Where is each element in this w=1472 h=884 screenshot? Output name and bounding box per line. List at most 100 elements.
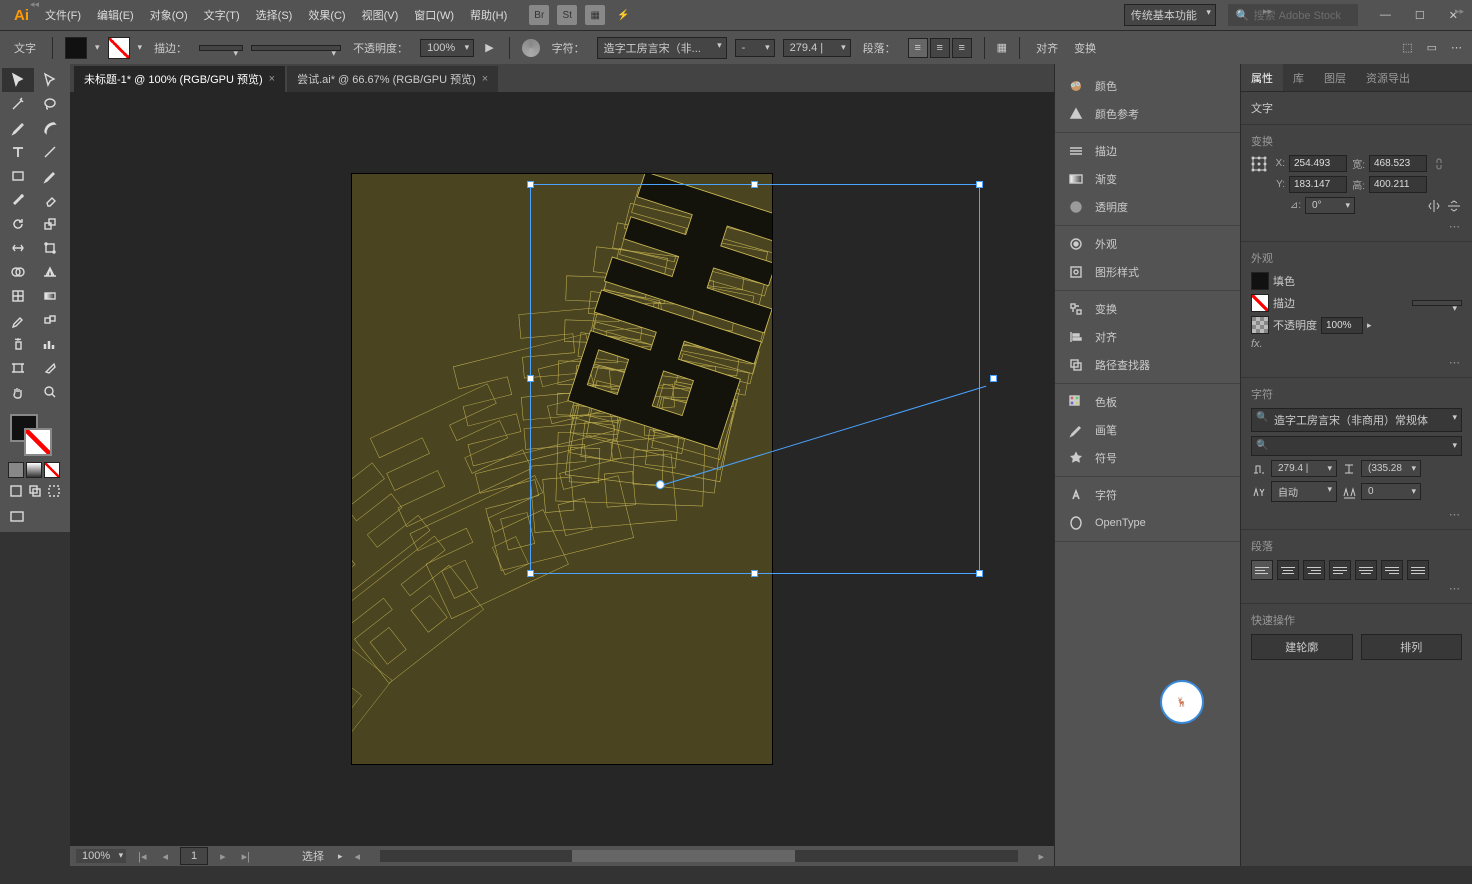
line-tool[interactable] bbox=[34, 140, 66, 164]
hand-tool[interactable] bbox=[2, 380, 34, 404]
rotate-angle-dropdown[interactable]: 0° bbox=[1305, 197, 1355, 214]
arrange-docs-icon[interactable]: ▦ bbox=[585, 5, 605, 25]
panel-pathfinder[interactable]: 路径查找器 bbox=[1055, 351, 1240, 379]
artboard-number-input[interactable]: 1 bbox=[180, 847, 208, 865]
leading-input[interactable]: (335.28 bbox=[1361, 460, 1421, 477]
para-align-right[interactable] bbox=[1303, 560, 1325, 580]
panel-brushes[interactable]: 画笔 bbox=[1055, 416, 1240, 444]
selection-handle-w[interactable] bbox=[527, 375, 534, 382]
dock-collapse-icon[interactable]: ▸▸ bbox=[1263, 6, 1272, 17]
transform-more-options[interactable]: ⋯ bbox=[1251, 218, 1462, 233]
lasso-tool[interactable] bbox=[34, 92, 66, 116]
opacity-value-input[interactable] bbox=[1321, 317, 1363, 334]
tab-properties[interactable]: 属性 bbox=[1241, 64, 1283, 91]
y-position-input[interactable] bbox=[1289, 176, 1347, 193]
menu-type[interactable]: 文字(T) bbox=[198, 3, 246, 27]
tab-asset-export[interactable]: 资源导出 bbox=[1356, 64, 1420, 91]
panel-opentype[interactable]: OpenType bbox=[1055, 509, 1240, 537]
para-justify-all[interactable] bbox=[1407, 560, 1429, 580]
tab-libraries[interactable]: 库 bbox=[1283, 64, 1314, 91]
column-graph-tool[interactable] bbox=[34, 332, 66, 356]
scroll-left-button[interactable]: ◂ bbox=[351, 850, 365, 863]
para-justify-right[interactable] bbox=[1381, 560, 1403, 580]
panel-align[interactable]: 对齐 bbox=[1055, 323, 1240, 351]
color-mode-gradient[interactable] bbox=[26, 462, 42, 478]
menu-effect[interactable]: 效果(C) bbox=[302, 3, 351, 27]
font-size-input[interactable]: 279.4 | bbox=[1271, 460, 1337, 477]
menu-help[interactable]: 帮助(H) bbox=[464, 3, 513, 27]
selection-handle-s[interactable] bbox=[751, 570, 758, 577]
selection-tool[interactable] bbox=[2, 68, 34, 92]
screen-mode-icon[interactable] bbox=[8, 508, 26, 526]
panel-gradient[interactable]: 渐变 bbox=[1055, 165, 1240, 193]
selection-handle-nw[interactable] bbox=[527, 181, 534, 188]
options-icon[interactable]: ⋯ bbox=[1451, 41, 1462, 54]
panel-swatches[interactable]: 色板 bbox=[1055, 388, 1240, 416]
stroke-swatch[interactable] bbox=[108, 37, 130, 59]
panel-transparency[interactable]: 透明度 bbox=[1055, 193, 1240, 221]
align-panel-icon[interactable]: ▦ bbox=[997, 41, 1007, 54]
color-mode-none[interactable] bbox=[44, 462, 60, 478]
window-minimize[interactable]: — bbox=[1374, 5, 1397, 26]
toolbar-collapse-icon[interactable]: ◂◂ bbox=[30, 0, 39, 10]
font-style-dropdown-2[interactable]: - bbox=[1251, 436, 1462, 456]
free-transform-tool[interactable] bbox=[34, 236, 66, 260]
paragraph-more-options[interactable]: ⋯ bbox=[1251, 580, 1462, 595]
transform-link-label[interactable]: 变换 bbox=[1070, 40, 1100, 56]
document-tab-2[interactable]: 尝试.ai* @ 66.67% (RGB/GPU 预览) × bbox=[287, 66, 498, 92]
scale-tool[interactable] bbox=[34, 212, 66, 236]
para-align-center[interactable] bbox=[1277, 560, 1299, 580]
color-mode-solid[interactable] bbox=[8, 462, 24, 478]
window-maximize[interactable]: ☐ bbox=[1409, 5, 1431, 26]
arrange-button[interactable]: 排列 bbox=[1361, 634, 1463, 660]
menu-select[interactable]: 选择(S) bbox=[250, 3, 299, 27]
character-more-options[interactable]: ⋯ bbox=[1251, 506, 1462, 521]
last-artboard-button[interactable]: ▸| bbox=[238, 850, 254, 863]
magic-wand-tool[interactable] bbox=[2, 92, 34, 116]
align-center-button[interactable]: ≡ bbox=[930, 38, 950, 58]
type-tool[interactable] bbox=[2, 140, 34, 164]
user-avatar-badge[interactable]: 🦌 bbox=[1160, 680, 1204, 724]
font-style-dropdown[interactable]: - bbox=[735, 39, 775, 57]
selection-handle-e[interactable] bbox=[990, 375, 997, 382]
baseline-start-handle[interactable] bbox=[655, 479, 666, 490]
eyedropper-tool[interactable] bbox=[2, 308, 34, 332]
draw-behind-icon[interactable] bbox=[27, 482, 44, 500]
search-stock-input[interactable]: 🔍 搜索 Adobe Stock bbox=[1228, 4, 1358, 26]
canvas[interactable] bbox=[70, 92, 1054, 846]
draw-normal-icon[interactable] bbox=[8, 482, 25, 500]
panel-color-guide[interactable]: 颜色参考 bbox=[1055, 100, 1240, 128]
blend-tool[interactable] bbox=[34, 308, 66, 332]
scroll-right-button[interactable]: ▸ bbox=[1034, 850, 1048, 863]
menu-view[interactable]: 视图(V) bbox=[356, 3, 405, 27]
curvature-tool[interactable] bbox=[34, 116, 66, 140]
gradient-tool[interactable] bbox=[34, 284, 66, 308]
flip-vertical-icon[interactable] bbox=[1446, 198, 1462, 214]
close-tab-icon[interactable]: × bbox=[269, 73, 275, 85]
font-size-dropdown[interactable]: 279.4 | bbox=[783, 39, 851, 57]
menu-object[interactable]: 对象(O) bbox=[144, 3, 194, 27]
document-tab-1[interactable]: 未标题-1* @ 100% (RGB/GPU 预览) × bbox=[74, 66, 285, 92]
stock-icon[interactable]: St bbox=[557, 5, 577, 25]
fill-stroke-control[interactable] bbox=[2, 412, 68, 460]
height-input[interactable] bbox=[1369, 176, 1427, 193]
eraser-tool[interactable] bbox=[34, 188, 66, 212]
bridge-icon[interactable]: Br bbox=[529, 5, 549, 25]
workspace-switcher[interactable]: 传统基本功能 bbox=[1124, 4, 1216, 26]
tracking-input[interactable]: 0 bbox=[1361, 483, 1421, 500]
rectangle-tool[interactable] bbox=[2, 164, 34, 188]
para-link-label[interactable]: 段落： bbox=[859, 40, 900, 56]
direct-selection-tool[interactable] bbox=[34, 68, 66, 92]
font-family-dropdown-2[interactable]: 造字工房言宋（非商用）常规体 bbox=[1251, 408, 1462, 432]
panel-transform[interactable]: 变换 bbox=[1055, 295, 1240, 323]
panel-appearance[interactable]: 外观 bbox=[1055, 230, 1240, 258]
shaper-tool[interactable] bbox=[2, 188, 34, 212]
paintbrush-tool[interactable] bbox=[34, 164, 66, 188]
slice-tool[interactable] bbox=[34, 356, 66, 380]
opacity-swatch[interactable] bbox=[1251, 316, 1269, 334]
recolor-icon[interactable] bbox=[522, 39, 540, 57]
selection-handle-ne[interactable] bbox=[976, 181, 983, 188]
brush-dropdown[interactable] bbox=[251, 45, 341, 51]
align-right-button[interactable]: ≡ bbox=[952, 38, 972, 58]
mesh-tool[interactable] bbox=[2, 284, 34, 308]
